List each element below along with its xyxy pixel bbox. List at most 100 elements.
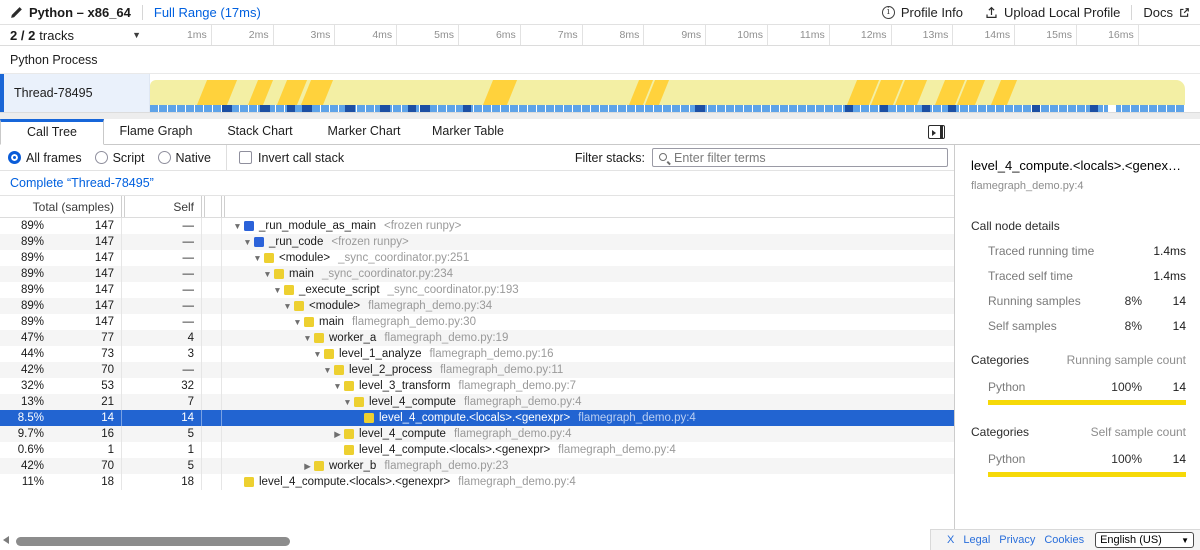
- expand-arrow-down-icon[interactable]: ▼: [241, 237, 254, 247]
- expand-arrow-down-icon[interactable]: ▼: [291, 317, 304, 327]
- cell-self: —: [125, 268, 201, 280]
- category-square-yellow: [264, 253, 274, 263]
- tab-marker-chart[interactable]: Marker Chart: [312, 119, 416, 144]
- expand-arrow-down-icon[interactable]: ▼: [301, 333, 314, 343]
- call-tree-row[interactable]: 89%147—▼main_sync_coordinator.py:234: [0, 266, 954, 282]
- tracks-dropdown[interactable]: 2 / 2 tracks ▼: [0, 25, 150, 45]
- sample-marker: [1032, 105, 1040, 112]
- tab-flame-graph[interactable]: Flame Graph: [104, 119, 208, 144]
- expand-arrow-right-icon[interactable]: ▶: [331, 429, 344, 440]
- call-tree-row[interactable]: 13%217▼level_4_computeflamegraph_demo.py…: [0, 394, 954, 410]
- expand-arrow-down-icon[interactable]: ▼: [321, 365, 334, 375]
- activity-graph[interactable]: [150, 80, 1185, 105]
- cell-self: 5: [125, 428, 201, 440]
- call-tree-row[interactable]: 42%70—▼level_2_processflamegraph_demo.py…: [0, 362, 954, 378]
- thread-activity-track[interactable]: [150, 74, 1200, 112]
- radio-all-frames[interactable]: All frames: [8, 151, 82, 165]
- expand-arrow-down-icon[interactable]: ▼: [331, 381, 344, 391]
- call-tree-row[interactable]: 0.6%11level_4_compute.<locals>.<genexpr>…: [0, 442, 954, 458]
- column-separator[interactable]: [201, 196, 205, 217]
- column-separator[interactable]: [221, 196, 225, 217]
- call-tree-row[interactable]: 89%147—▼_execute_script_sync_coordinator…: [0, 282, 954, 298]
- timeline-scrollbar[interactable]: [0, 112, 1200, 119]
- column-separator: [201, 410, 205, 426]
- sample-marker: [420, 105, 430, 112]
- expand-arrow-down-icon[interactable]: ▼: [281, 301, 294, 311]
- column-separator: [201, 218, 205, 234]
- call-tree-row[interactable]: 89%147—▼mainflamegraph_demo.py:30: [0, 314, 954, 330]
- sample-marker: [408, 105, 416, 112]
- breadcrumb-complete-thread[interactable]: Complete “Thread-78495”: [10, 176, 154, 190]
- info-icon: i: [882, 6, 895, 19]
- call-tree-row[interactable]: 9.7%165▶level_4_computeflamegraph_demo.p…: [0, 426, 954, 442]
- call-tree-row[interactable]: 89%147—▼<module>flamegraph_demo.py:34: [0, 298, 954, 314]
- stack-filter-input[interactable]: [652, 148, 948, 167]
- call-tree-row[interactable]: 32%5332▼level_3_transformflamegraph_demo…: [0, 378, 954, 394]
- breadcrumb: Complete “Thread-78495”: [0, 171, 954, 196]
- call-tree-row[interactable]: 47%774▼worker_aflamegraph_demo.py:19: [0, 330, 954, 346]
- call-tree-row[interactable]: 42%705▶worker_bflamegraph_demo.py:23: [0, 458, 954, 474]
- invert-call-stack-checkbox[interactable]: Invert call stack: [239, 151, 344, 165]
- footer-link-legal[interactable]: Legal: [963, 534, 990, 546]
- category-square-yellow: [354, 397, 364, 407]
- upload-profile-button[interactable]: Upload Local Profile: [985, 5, 1120, 20]
- process-track-row[interactable]: Python Process: [0, 46, 1200, 74]
- expand-arrow-down-icon[interactable]: ▼: [271, 285, 284, 295]
- cell-self: —: [125, 300, 201, 312]
- expand-arrow-down-icon[interactable]: ▼: [261, 269, 274, 279]
- profile-info-button[interactable]: i Profile Info: [882, 5, 963, 20]
- call-tree-row[interactable]: 89%147—▼<module>_sync_coordinator.py:251: [0, 250, 954, 266]
- expand-arrow-down-icon[interactable]: ▼: [251, 253, 264, 263]
- sample-marker: [345, 105, 355, 112]
- cell-total: 11%18: [0, 476, 121, 488]
- full-range-link[interactable]: Full Range (17ms): [154, 5, 261, 20]
- sample-marker: [463, 105, 471, 112]
- ruler-tick: 10ms: [706, 25, 768, 45]
- category-square-yellow: [324, 349, 334, 359]
- open-sidebar-toggle-icon[interactable]: [928, 125, 945, 139]
- thread-label[interactable]: Thread-78495: [4, 74, 150, 112]
- call-tree-row[interactable]: 89%147—▼_run_module_as_main<frozen runpy…: [0, 218, 954, 234]
- ruler-tick: 13ms: [892, 25, 954, 45]
- column-separator: [201, 362, 205, 378]
- footer-link-privacy[interactable]: Privacy: [999, 534, 1035, 546]
- ruler-tick: 5ms: [397, 25, 459, 45]
- cell-total: 89%147: [0, 236, 121, 248]
- category-bar-python: [988, 472, 1186, 477]
- tab-marker-table[interactable]: Marker Table: [416, 119, 520, 144]
- cell-self: —: [125, 220, 201, 232]
- call-tree-row[interactable]: 89%147—▼_run_code<frozen runpy>: [0, 234, 954, 250]
- edit-pencil-icon[interactable]: [10, 6, 23, 19]
- sample-marker: [948, 105, 956, 112]
- expand-arrow-right-icon[interactable]: ▶: [301, 461, 314, 472]
- scroll-left-arrow-icon[interactable]: [3, 536, 9, 544]
- divider: [142, 5, 143, 20]
- expand-arrow-down-icon[interactable]: ▼: [311, 349, 324, 359]
- thread-track-row[interactable]: Thread-78495: [0, 74, 1200, 112]
- column-separator: [201, 298, 205, 314]
- tab-stack-chart[interactable]: Stack Chart: [208, 119, 312, 144]
- filter-text-field[interactable]: [674, 151, 942, 165]
- call-tree-row[interactable]: 11%1818level_4_compute.<locals>.<genexpr…: [0, 474, 954, 490]
- horizontal-scrollbar[interactable]: [16, 537, 290, 546]
- samples-strip[interactable]: [150, 105, 1185, 112]
- radio-native[interactable]: Native: [158, 151, 211, 165]
- radio-script[interactable]: Script: [95, 151, 145, 165]
- divider: [1131, 5, 1132, 20]
- call-tree-row[interactable]: 8.5%1414level_4_compute.<locals>.<genexp…: [0, 410, 954, 426]
- language-select[interactable]: English (US) ▼: [1095, 532, 1194, 548]
- cell-function: ▼worker_aflamegraph_demo.py:19: [225, 332, 954, 344]
- file-location: flamegraph_demo.py:16: [429, 348, 553, 360]
- col-header-self[interactable]: Self: [125, 200, 201, 214]
- tab-call-tree[interactable]: Call Tree: [0, 119, 104, 145]
- cell-total: 42%70: [0, 460, 121, 472]
- expand-arrow-down-icon[interactable]: ▼: [341, 397, 354, 407]
- footer-link-cookies[interactable]: Cookies: [1044, 534, 1084, 546]
- expand-arrow-down-icon[interactable]: ▼: [231, 221, 244, 231]
- footer-link-x[interactable]: X: [947, 534, 954, 546]
- cell-self: —: [125, 236, 201, 248]
- call-tree-row[interactable]: 44%733▼level_1_analyzeflamegraph_demo.py…: [0, 346, 954, 362]
- category-square-yellow: [314, 333, 324, 343]
- col-header-total[interactable]: Total (samples): [0, 200, 121, 214]
- docs-button[interactable]: Docs: [1143, 5, 1190, 20]
